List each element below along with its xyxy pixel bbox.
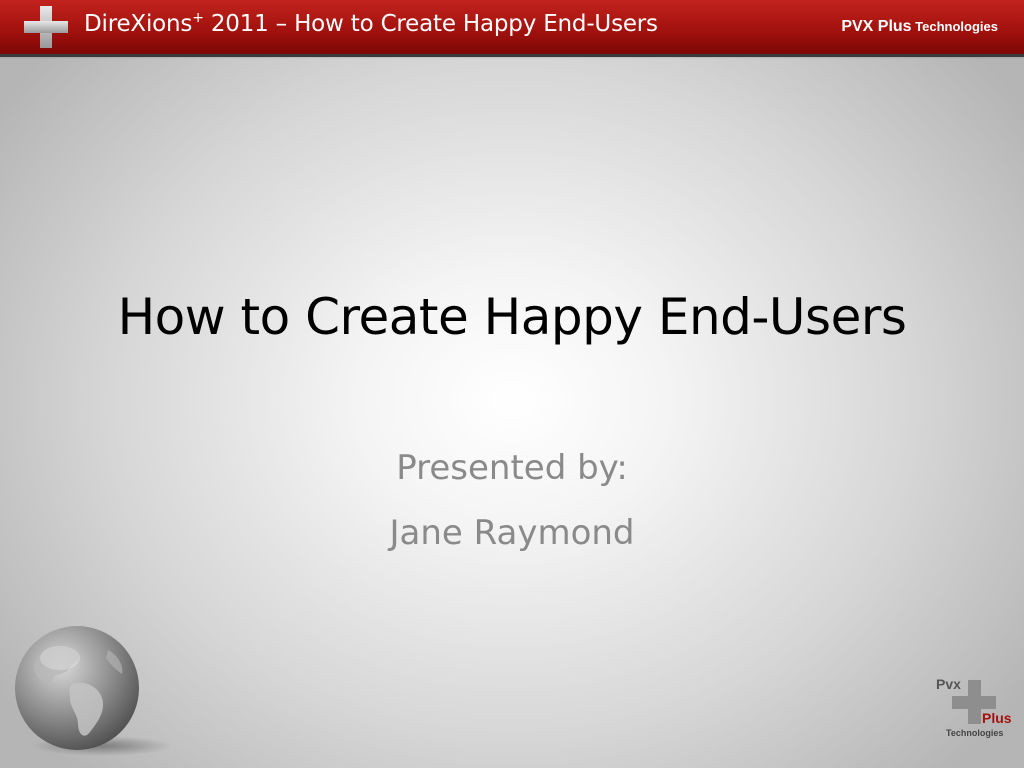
subtitle-presenter-name: Jane Raymond <box>389 513 635 553</box>
header-brand: PVX Plus Technologies <box>841 18 998 35</box>
header-bar: DireXions+ 2011 – How to Create Happy En… <box>0 0 1024 54</box>
header-title: DireXions+ 2011 – How to Create Happy En… <box>84 10 658 37</box>
logo-plus-text: Plus <box>982 710 1012 726</box>
slide-title: How to Create Happy End-Users <box>117 288 907 346</box>
title-superscript: + <box>192 10 204 26</box>
globe-icon <box>15 626 172 756</box>
plus-icon <box>24 6 68 48</box>
subtitle-presented-by: Presented by: <box>396 448 628 488</box>
header-divider <box>0 54 1024 57</box>
pvxplus-logo: Pvx Plus Technologies <box>930 676 1022 742</box>
slide: DireXions+ 2011 – How to Create Happy En… <box>0 0 1024 768</box>
logo-pvx-text: Pvx <box>936 676 961 692</box>
logo-technologies-text: Technologies <box>946 728 1004 738</box>
